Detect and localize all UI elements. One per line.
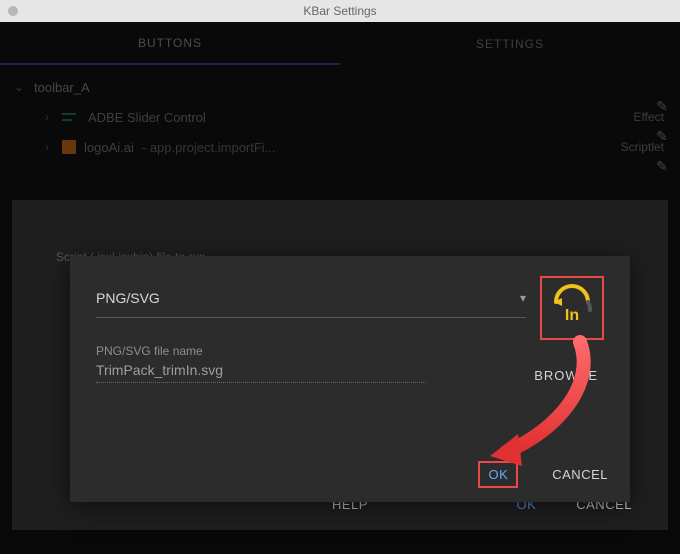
chevron-down-icon: ▾ xyxy=(520,291,526,305)
tab-buttons-label: BUTTONS xyxy=(138,36,202,50)
ai-file-icon xyxy=(62,140,76,154)
tab-settings[interactable]: SETTINGS xyxy=(340,22,680,65)
toolbar-item-label: logoAi.ai xyxy=(84,140,134,155)
dialog-cancel-button[interactable]: CANCEL xyxy=(552,467,608,482)
pencil-icon[interactable]: ✎ xyxy=(650,94,674,118)
dialog-ok-button[interactable]: OK xyxy=(478,461,518,488)
app-root: BUTTONS SETTINGS ⌄ toolbar_A › ADBE Slid… xyxy=(0,22,680,554)
chevron-right-icon: › xyxy=(40,140,54,154)
toolbar-group-row[interactable]: ⌄ toolbar_A xyxy=(12,72,668,102)
file-name-input[interactable]: TrimPack_trimIn.svg xyxy=(96,362,426,383)
pencil-icon[interactable]: ✎ xyxy=(650,124,674,148)
tab-bar: BUTTONS SETTINGS xyxy=(0,22,680,66)
icon-picker-dialog: PNG/SVG ▾ In PNG/SVG file name TrimPack_… xyxy=(70,256,630,502)
browse-button[interactable]: BROWSE xyxy=(534,368,598,383)
chevron-down-icon: ⌄ xyxy=(12,80,26,94)
toolbar-tree: ⌄ toolbar_A › ADBE Slider Control Effect… xyxy=(0,66,680,168)
dialog-footer: OK CANCEL xyxy=(478,461,608,488)
window-title: KBar Settings xyxy=(0,4,680,18)
toolbar-item-label: ADBE Slider Control xyxy=(88,110,206,125)
icon-type-select-value: PNG/SVG xyxy=(96,290,520,306)
tab-buttons[interactable]: BUTTONS xyxy=(0,22,340,65)
file-name-label: PNG/SVG file name xyxy=(96,344,604,358)
toolbar-item-secondary: - app.project.importFi... xyxy=(142,140,276,155)
file-name-row: TrimPack_trimIn.svg BROWSE xyxy=(96,362,604,383)
window-titlebar: KBar Settings xyxy=(0,0,680,22)
toolbar-item-row[interactable]: › logoAi.ai - app.project.importFi... Sc… xyxy=(12,132,668,162)
icon-preview: In xyxy=(540,276,604,340)
svg-text:In: In xyxy=(565,307,579,324)
chevron-right-icon: › xyxy=(40,110,54,124)
pencil-icon[interactable]: ✎ xyxy=(650,154,674,178)
tab-settings-label: SETTINGS xyxy=(476,37,544,51)
toolbar-group-name: toolbar_A xyxy=(34,80,90,95)
icon-type-select[interactable]: PNG/SVG ▾ xyxy=(96,278,526,318)
toolbar-item-row[interactable]: › ADBE Slider Control Effect xyxy=(12,102,668,132)
trim-in-icon: In xyxy=(548,284,596,332)
slider-icon xyxy=(62,110,80,124)
